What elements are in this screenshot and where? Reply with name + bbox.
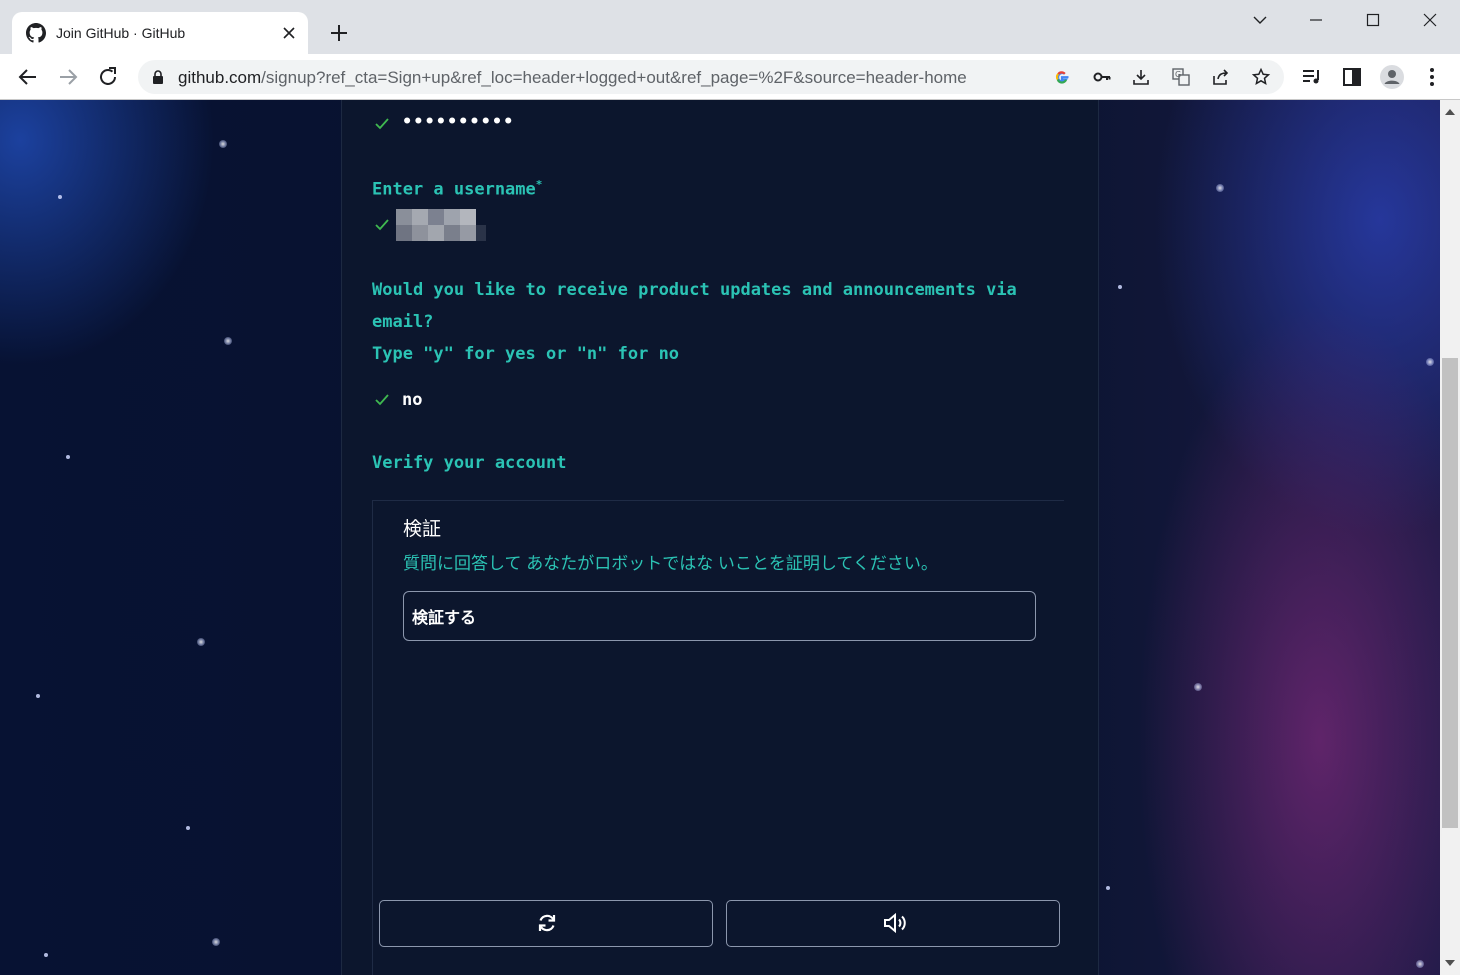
captcha-title: 検証: [403, 519, 442, 540]
check-icon: [375, 118, 389, 130]
browser-tab[interactable]: Join GitHub · GitHub: [12, 12, 308, 54]
star: [1194, 683, 1202, 691]
star: [224, 337, 232, 345]
star: [186, 826, 190, 830]
required-mark: *: [535, 178, 543, 191]
verify-heading: Verify your account: [372, 453, 567, 473]
maximize-icon[interactable]: [1359, 8, 1387, 32]
github-logo-icon: [26, 23, 46, 43]
star: [1426, 358, 1434, 366]
username-label: Enter a username*: [372, 178, 542, 200]
star: [1416, 960, 1424, 968]
browser-titlebar: Join GitHub · GitHub: [0, 0, 1460, 54]
speaker-icon: [884, 912, 906, 934]
username-redacted-value: [396, 209, 486, 241]
share-icon[interactable]: [1211, 67, 1231, 87]
bookmark-star-icon[interactable]: [1251, 67, 1271, 87]
password-value: ••••••••••: [402, 112, 515, 132]
google-icon[interactable]: [1052, 67, 1072, 87]
tab-title: Join GitHub · GitHub: [56, 25, 186, 41]
translate-icon[interactable]: G: [1171, 67, 1191, 87]
address-bar[interactable]: github.com/signup?ref_cta=Sign+up&ref_lo…: [138, 60, 1284, 94]
profile-avatar-icon[interactable]: [1380, 65, 1404, 89]
captcha-reload-button[interactable]: [379, 900, 713, 947]
scroll-up-arrow-icon[interactable]: [1445, 108, 1455, 116]
more-menu-icon[interactable]: [1420, 65, 1444, 89]
browser-toolbar: github.com/signup?ref_cta=Sign+up&ref_lo…: [0, 54, 1460, 100]
username-label-text: Enter a username: [372, 179, 536, 200]
back-arrow-icon[interactable]: [16, 65, 40, 89]
star: [44, 953, 48, 957]
url-path: /signup?ref_cta=Sign+up&ref_loc=header+l…: [261, 68, 967, 87]
star: [1118, 285, 1122, 289]
star: [1216, 184, 1224, 192]
new-tab-icon[interactable]: [326, 20, 352, 46]
email-question-line1: Would you like to receive product update…: [372, 280, 1017, 300]
page-scrollbar[interactable]: [1440, 100, 1460, 975]
reload-page-icon[interactable]: [96, 65, 120, 89]
close-window-icon[interactable]: [1416, 8, 1444, 32]
star: [66, 455, 70, 459]
install-app-icon[interactable]: [1131, 67, 1151, 87]
scrollbar-thumb[interactable]: [1442, 358, 1458, 828]
star: [197, 638, 205, 646]
captcha-description: 質問に回答して あなたがロボットではな いことを証明してください。: [403, 554, 938, 573]
lock-icon[interactable]: [150, 69, 166, 85]
star: [58, 195, 62, 199]
star: [219, 140, 227, 148]
close-tab-icon[interactable]: [280, 24, 298, 42]
minimize-icon[interactable]: [1302, 8, 1330, 32]
url-host: github.com: [178, 68, 262, 87]
tab-search-chevron-icon[interactable]: [1246, 8, 1274, 32]
email-answer: no: [402, 390, 423, 410]
email-question-line2: email?: [372, 312, 434, 332]
media-playlist-icon[interactable]: [1300, 65, 1324, 89]
forward-arrow-icon[interactable]: [56, 65, 80, 89]
url-text[interactable]: github.com/signup?ref_cta=Sign+up&ref_lo…: [178, 68, 967, 88]
key-icon[interactable]: [1092, 67, 1112, 87]
captcha-audio-button[interactable]: [726, 900, 1060, 947]
star: [1106, 886, 1110, 890]
star: [36, 694, 40, 698]
check-icon: [375, 219, 389, 231]
scroll-down-arrow-icon[interactable]: [1445, 959, 1455, 967]
captcha-verify-button[interactable]: 検証する: [403, 591, 1036, 641]
email-question-line3: Type "y" for yes or "n" for no: [372, 344, 680, 364]
svg-text:G: G: [1175, 70, 1181, 79]
reload-icon: [538, 914, 556, 932]
star: [212, 938, 220, 946]
side-panel-icon[interactable]: [1340, 65, 1364, 89]
page-viewport: •••••••••• Enter a username* Would you l…: [0, 100, 1440, 975]
check-icon: [375, 394, 389, 406]
